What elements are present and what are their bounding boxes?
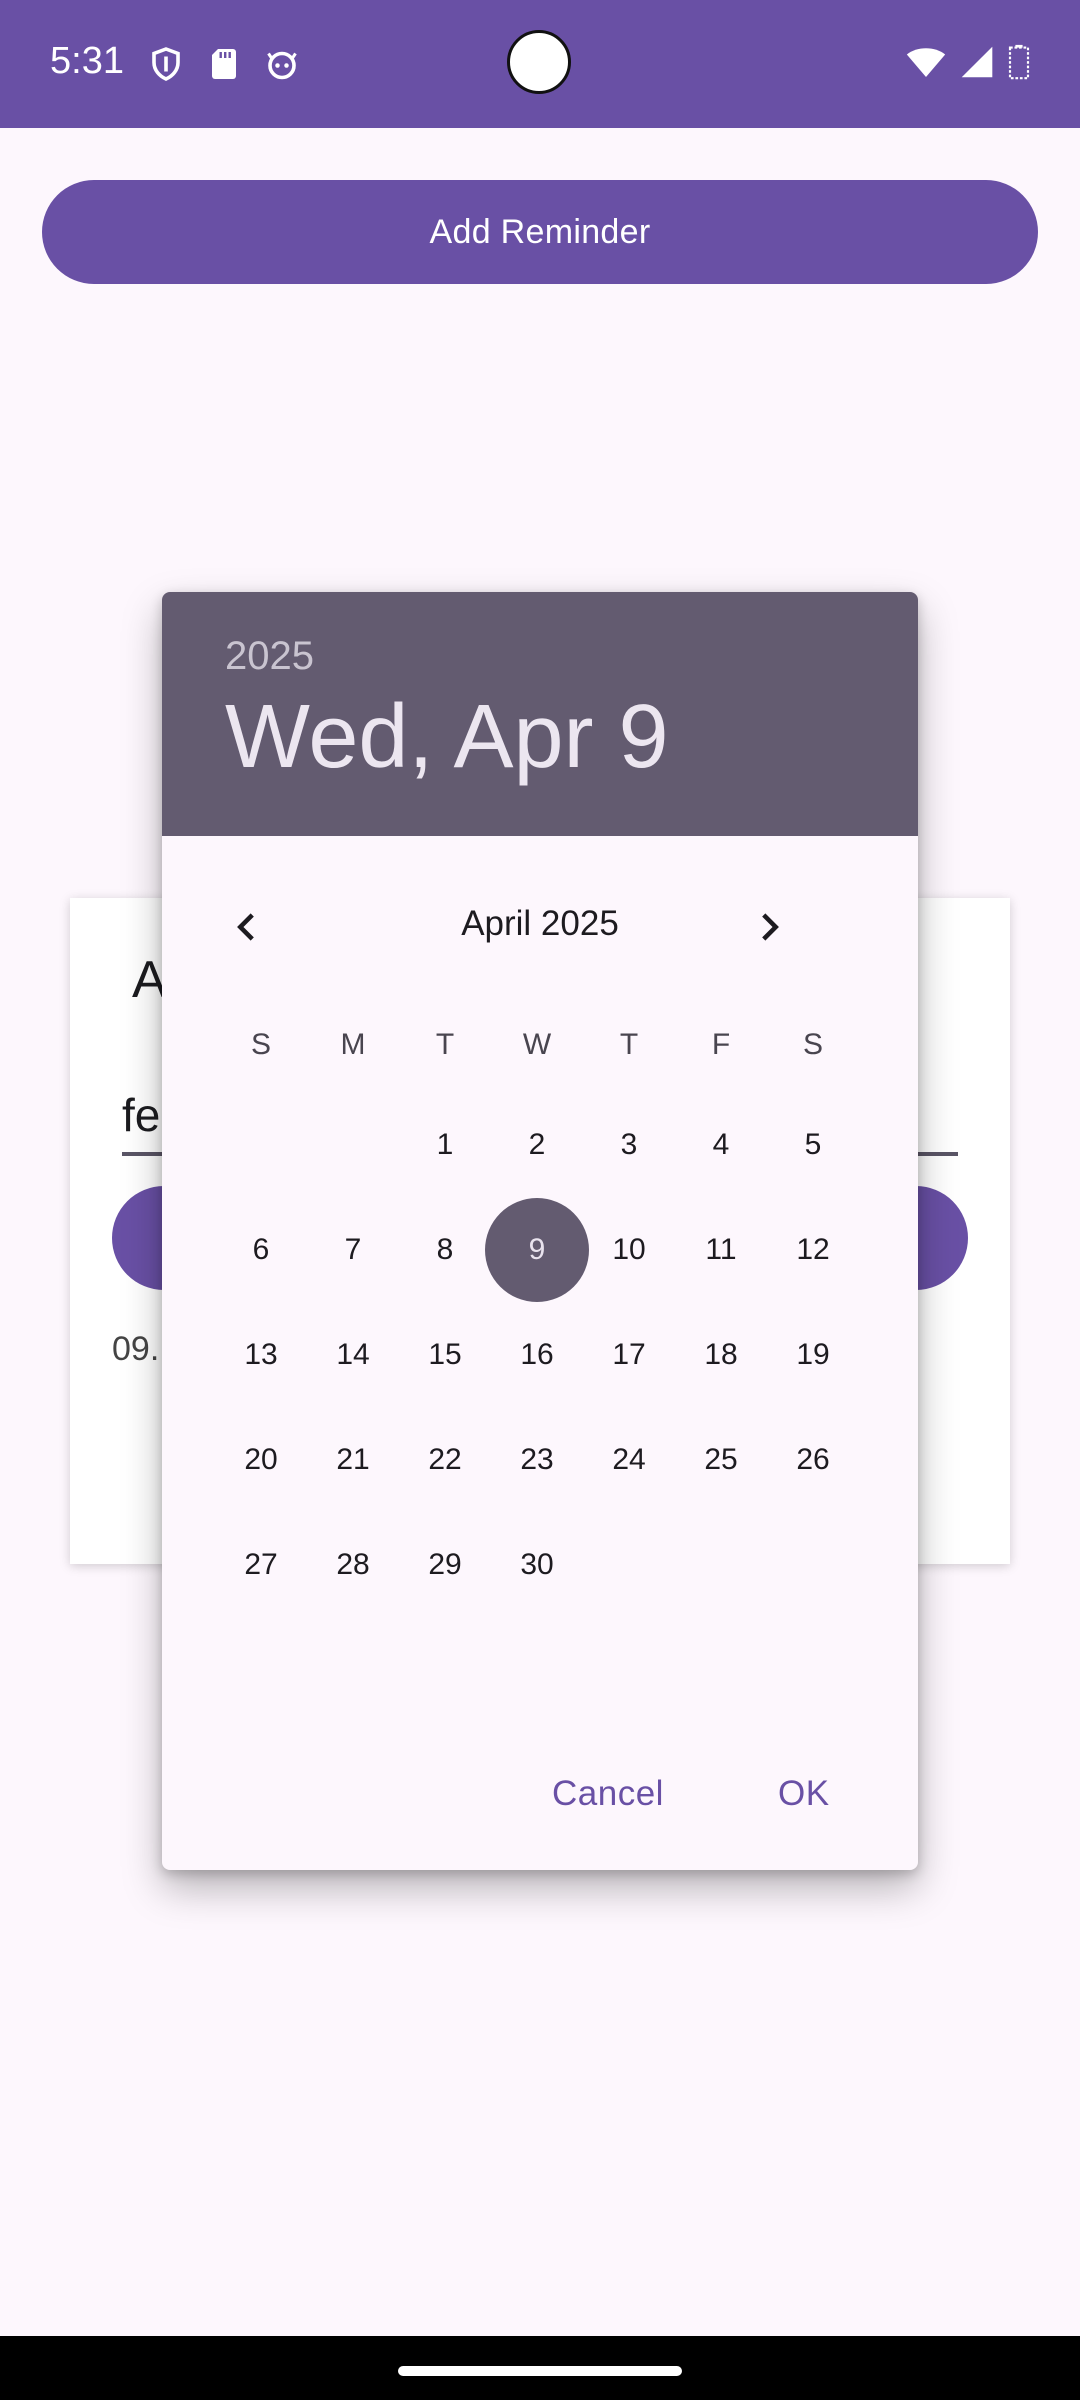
wifi-icon bbox=[906, 48, 946, 77]
weekday-label: W bbox=[522, 1028, 552, 1061]
day-cell[interactable]: 30 bbox=[491, 1519, 583, 1611]
day-cell[interactable]: 28 bbox=[307, 1519, 399, 1611]
weekday-label: T bbox=[435, 1028, 455, 1061]
day-cell[interactable]: 25 bbox=[675, 1414, 767, 1506]
card-date-text: 09. bbox=[112, 1330, 160, 1368]
day-cell[interactable]: 4 bbox=[675, 1099, 767, 1191]
day-cell[interactable]: 1 bbox=[399, 1099, 491, 1191]
weekday-label: T bbox=[619, 1028, 639, 1061]
day-cell[interactable]: 13 bbox=[215, 1309, 307, 1401]
day-cell[interactable]: 24 bbox=[583, 1414, 675, 1506]
weekday-label: S bbox=[250, 1028, 271, 1061]
home-gesture-handle[interactable] bbox=[398, 2366, 682, 2376]
cancel-button[interactable]: Cancel bbox=[552, 1774, 664, 1814]
day-cell[interactable]: 10 bbox=[583, 1204, 675, 1296]
add-reminder-button[interactable]: Add Reminder bbox=[42, 180, 1038, 284]
day-cell[interactable]: 17 bbox=[583, 1309, 675, 1401]
next-month-button[interactable] bbox=[734, 892, 804, 962]
date-picker-header: 2025 Wed, Apr 9 bbox=[162, 592, 918, 836]
header-selected-date: Wed, Apr 9 bbox=[225, 687, 669, 787]
status-time: 5:31 bbox=[50, 40, 124, 82]
day-cell[interactable]: 23 bbox=[491, 1414, 583, 1506]
day-cell[interactable]: 16 bbox=[491, 1309, 583, 1401]
day-cell[interactable]: 14 bbox=[307, 1309, 399, 1401]
signal-icon bbox=[961, 46, 993, 78]
day-cell[interactable]: 29 bbox=[399, 1519, 491, 1611]
day-cell[interactable]: 27 bbox=[215, 1519, 307, 1611]
day-cell[interactable]: 20 bbox=[215, 1414, 307, 1506]
weekday-label: S bbox=[802, 1028, 823, 1061]
status-icons-right bbox=[906, 44, 1030, 80]
day-cell-selected[interactable]: 9 bbox=[485, 1198, 589, 1302]
date-picker-dialog: 2025 Wed, Apr 9 April 2025 SMTWTFS 12345… bbox=[162, 592, 918, 1870]
day-cell[interactable]: 8 bbox=[399, 1204, 491, 1296]
day-cell[interactable]: 7 bbox=[307, 1204, 399, 1296]
day-cell[interactable]: 18 bbox=[675, 1309, 767, 1401]
day-cell[interactable]: 5 bbox=[767, 1099, 859, 1191]
day-cell[interactable]: 2 bbox=[491, 1099, 583, 1191]
status-icons-left bbox=[148, 46, 300, 82]
status-bar: 5:31 bbox=[0, 0, 1080, 128]
ok-button[interactable]: OK bbox=[778, 1774, 830, 1814]
weekday-label: F bbox=[711, 1028, 731, 1061]
battery-icon bbox=[1008, 44, 1030, 80]
day-cell[interactable]: 21 bbox=[307, 1414, 399, 1506]
day-cell[interactable]: 22 bbox=[399, 1414, 491, 1506]
camera-cutout bbox=[507, 30, 571, 94]
day-cell[interactable]: 19 bbox=[767, 1309, 859, 1401]
shield-icon bbox=[152, 47, 180, 81]
day-cell[interactable]: 26 bbox=[767, 1414, 859, 1506]
day-cell[interactable]: 11 bbox=[675, 1204, 767, 1296]
weekday-label: M bbox=[340, 1028, 366, 1061]
day-cell[interactable]: 6 bbox=[215, 1204, 307, 1296]
chevron-right-icon bbox=[762, 913, 779, 941]
header-year[interactable]: 2025 bbox=[225, 634, 314, 679]
month-label: April 2025 bbox=[461, 904, 619, 943]
android-icon bbox=[267, 51, 297, 80]
sd-card-icon bbox=[212, 49, 236, 79]
day-cell[interactable]: 15 bbox=[399, 1309, 491, 1401]
reminder-text-input[interactable]: fe bbox=[122, 1088, 160, 1142]
day-cell[interactable]: 12 bbox=[767, 1204, 859, 1296]
day-cell[interactable]: 3 bbox=[583, 1099, 675, 1191]
